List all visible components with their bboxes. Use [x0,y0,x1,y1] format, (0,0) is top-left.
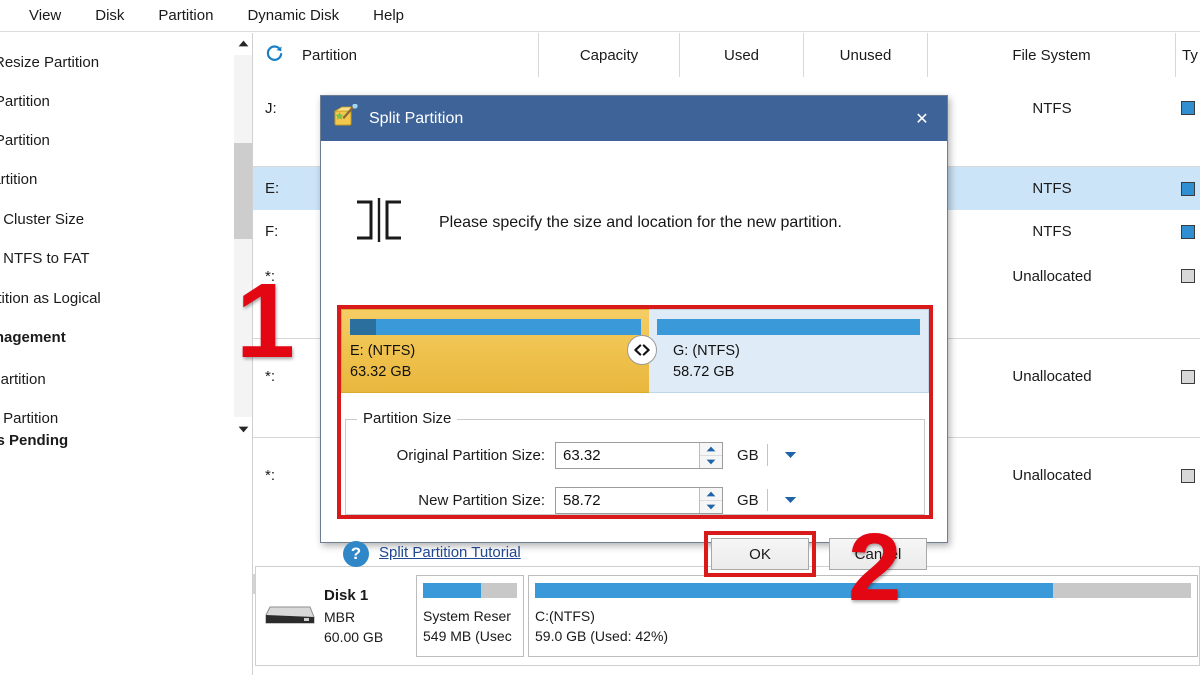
stepper-up-icon[interactable] [700,487,722,501]
menu-item-disk[interactable]: Disk [82,4,137,27]
sidebar-item-extend-partition[interactable]: nd Partition [0,82,210,120]
column-header-type[interactable]: Ty [1176,33,1200,77]
column-header-partition-label: Partition [302,46,358,64]
unit-dropdown-chevron-icon[interactable] [782,492,798,508]
column-header-partition[interactable]: Partition [253,33,539,77]
new-partition-size-input[interactable] [556,487,699,513]
row-checkbox[interactable] [1181,269,1195,283]
disk-partition-system-reserved[interactable]: System Reser 549 MB (Usec [416,575,524,657]
new-partition-size-label: New Partition Size: [418,491,545,509]
sidebar-item-merge-partition[interactable]: ge Partition [0,121,210,159]
new-partition-size-row: New Partition Size: GB [355,486,798,514]
unit-dropdown-chevron-icon[interactable] [782,447,798,463]
cell-file-system: NTFS [1032,180,1072,197]
row-checkbox[interactable] [1181,101,1195,115]
original-partition-size-unit: GB [737,446,759,464]
row-checkbox[interactable] [1181,181,1195,196]
column-header-unused[interactable]: Unused [804,33,928,77]
column-header-used[interactable]: Used [680,33,804,77]
disk-size: 60.00 GB [324,628,384,645]
disk-name: Disk 1 [324,586,369,604]
partition-bar-original-size: 63.32 GB [350,363,412,380]
sidebar-group-management-label: Management [0,328,66,346]
annotation-step-2: 2 [848,514,902,621]
annotation-step-1: 1 [236,262,295,380]
sidebar-scrollbar-thumb[interactable] [234,143,252,239]
stepper-up-icon[interactable] [700,442,722,456]
sidebar-item-split-partition[interactable]: t Partition [0,160,210,198]
disk-partition-detail: 59.0 GB (Used: 42%) [535,628,669,645]
menu-item-dynamic-disk[interactable]: Dynamic Disk [234,4,352,27]
sidebar-item-move-resize-partition[interactable]: ve/Resize Partition [0,43,210,81]
sidebar-group-management[interactable]: Management [0,318,210,356]
disk-partition-label: System Reser [423,608,511,624]
row-checkbox[interactable] [1181,224,1195,239]
highlight-box-ok-button [704,531,816,577]
original-partition-size-stepper[interactable] [555,441,723,469]
partition-bar-new-size: 58.72 GB [673,363,735,380]
disk-info[interactable]: Disk 1 MBR 60.00 GB [256,567,412,665]
disk-map-panel: Disk 1 MBR 60.00 GB System Reser 549 MB … [255,566,1200,666]
scroll-down-arrow-icon[interactable] [234,419,252,439]
menu-item-view[interactable]: View [16,4,74,27]
new-partition-size-stepper[interactable] [555,486,723,514]
scroll-up-arrow-icon[interactable] [234,33,252,53]
close-icon[interactable]: ✕ [897,96,947,141]
unit-divider [767,489,768,511]
original-partition-size-input[interactable] [556,442,699,468]
cell-file-system: Unallocated [1012,368,1092,385]
sidebar-item-delete-partition[interactable]: te Partition [0,360,210,398]
hard-disk-icon [264,601,316,632]
partition-bar-new-name: G: (NTFS) [673,343,740,359]
stepper-down-icon[interactable] [700,455,722,468]
row-checkbox[interactable] [1181,369,1195,384]
unit-divider [767,444,768,466]
new-partition-size-unit: GB [737,491,759,509]
app-window: View Disk Partition Dynamic Disk Help ve… [0,0,1200,675]
disk-partition-detail: 549 MB (Usec [423,628,512,645]
row-checkbox[interactable] [1181,468,1195,483]
dialog-prompt: Please specify the size and location for… [351,196,842,249]
sidebar-group-operations-pending[interactable]: ions Pending [0,421,210,459]
sidebar-item-convert-ntfs-to-fat[interactable]: vert NTFS to FAT [0,239,210,277]
split-partition-tutorial-link[interactable]: Split Partition Tutorial [379,544,521,561]
dialog-body: Please specify the size and location for… [321,141,947,577]
dialog-title-bar[interactable]: Split Partition ✕ [321,96,947,141]
stepper-down-icon[interactable] [700,500,722,513]
original-partition-size-label: Original Partition Size: [396,446,545,464]
menu-bar: View Disk Partition Dynamic Disk Help [0,0,1200,32]
cell-file-system: NTFS [1032,99,1072,117]
split-drag-handle-icon[interactable] [627,335,657,365]
table-header: Partition Capacity Used Unused File Syst… [253,33,1200,78]
menu-item-partition[interactable]: Partition [145,4,226,27]
cell-file-system: NTFS [1032,223,1072,240]
partition-bar-original[interactable]: E: (NTFS) 63.32 GB [341,309,649,393]
usage-bar-original [350,319,641,335]
usage-bar-new [657,319,920,335]
cell-file-system: Unallocated [1012,267,1092,285]
partition-bar-new[interactable]: G: (NTFS) 58.72 GB [649,309,929,393]
split-partition-icon [351,196,407,249]
dialog-prompt-text: Please specify the size and location for… [439,213,842,231]
split-partition-dialog: Split Partition ✕ Please specify the siz… [320,95,948,577]
help-icon[interactable]: ? [343,541,369,567]
sidebar: ve/Resize Partition nd Partition ge Part… [0,33,232,675]
disk-scheme: MBR [324,608,356,625]
sidebar-item-change-cluster-size[interactable]: nge Cluster Size [0,200,210,238]
dialog-title: Split Partition [369,109,464,127]
partition-size-group-title: Partition Size [357,410,458,427]
original-partition-size-row: Original Partition Size: GB [355,441,798,469]
refresh-icon[interactable] [265,44,284,67]
partition-bar-original-name: E: (NTFS) [350,343,416,359]
cell-file-system: Unallocated [1012,467,1092,484]
split-partition-wizard-icon [333,103,359,133]
usage-bar [423,583,517,598]
column-header-file-system[interactable]: File System [928,33,1176,77]
column-header-capacity[interactable]: Capacity [539,33,680,77]
menu-item-help[interactable]: Help [360,4,417,27]
disk-info-text: Disk 1 MBR 60.00 GB [324,585,383,647]
sidebar-item-set-partition-as-logical[interactable]: Partition as Logical [0,279,210,317]
